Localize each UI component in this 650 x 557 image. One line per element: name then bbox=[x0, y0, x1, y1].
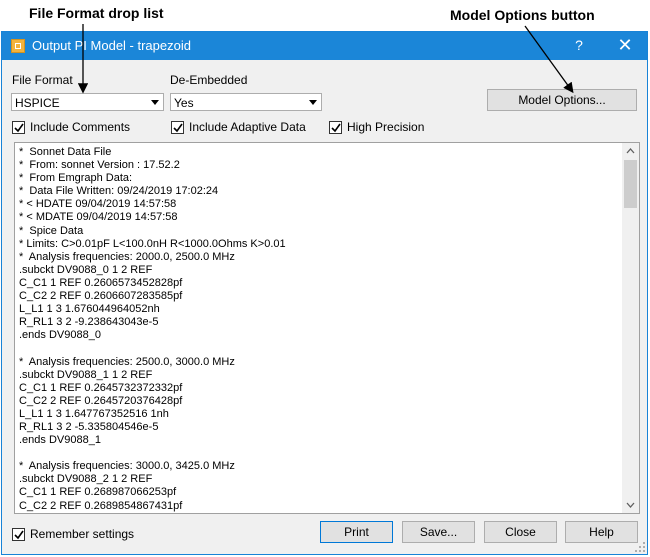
resize-grip-icon[interactable] bbox=[634, 541, 646, 553]
chevron-down-icon bbox=[151, 100, 159, 105]
save-button[interactable]: Save... bbox=[402, 521, 475, 543]
high-precision-label: High Precision bbox=[347, 120, 425, 134]
callout-file-format: File Format drop list bbox=[29, 5, 164, 21]
include-comments-checkbox[interactable]: Include Comments bbox=[12, 120, 130, 134]
checkbox-box bbox=[12, 527, 25, 541]
remember-settings-checkbox[interactable]: Remember settings bbox=[12, 527, 134, 541]
file-format-value: HSPICE bbox=[15, 96, 60, 110]
file-format-select[interactable]: HSPICE bbox=[11, 93, 164, 111]
include-adaptive-checkbox[interactable]: Include Adaptive Data bbox=[171, 120, 306, 134]
checkbox-box bbox=[12, 120, 25, 134]
close-button[interactable]: Close bbox=[484, 521, 557, 543]
vertical-scrollbar[interactable] bbox=[622, 143, 639, 513]
help-button[interactable]: Help bbox=[565, 521, 638, 543]
scroll-down-icon[interactable] bbox=[622, 496, 639, 513]
title-close-button[interactable]: ✕ bbox=[610, 35, 640, 56]
checkbox-box bbox=[329, 120, 342, 134]
scroll-up-icon[interactable] bbox=[622, 143, 639, 160]
output-text: * Sonnet Data File * From: sonnet Versio… bbox=[19, 146, 286, 512]
de-embedded-value: Yes bbox=[174, 96, 194, 110]
remember-settings-label: Remember settings bbox=[30, 527, 135, 541]
title-help-button[interactable]: ? bbox=[564, 37, 594, 53]
app-icon bbox=[11, 39, 25, 53]
window-title: Output PI Model - trapezoid bbox=[32, 38, 191, 53]
file-format-label: File Format bbox=[12, 73, 73, 87]
high-precision-checkbox[interactable]: High Precision bbox=[329, 120, 424, 134]
model-options-button[interactable]: Model Options... bbox=[487, 89, 637, 111]
checkbox-box bbox=[171, 120, 184, 134]
scrollbar-thumb[interactable] bbox=[624, 160, 637, 208]
de-embedded-label: De-Embedded bbox=[170, 73, 248, 87]
callout-model-options: Model Options button bbox=[450, 7, 595, 23]
output-text-area[interactable]: * Sonnet Data File * From: sonnet Versio… bbox=[14, 142, 640, 514]
print-button[interactable]: Print bbox=[320, 521, 393, 543]
output-pi-model-dialog: Output PI Model - trapezoid ? ✕ File For… bbox=[1, 31, 648, 555]
title-bar: Output PI Model - trapezoid ? ✕ bbox=[2, 32, 647, 60]
chevron-down-icon bbox=[309, 100, 317, 105]
include-comments-label: Include Comments bbox=[30, 120, 131, 134]
include-adaptive-label: Include Adaptive Data bbox=[189, 120, 306, 134]
de-embedded-select[interactable]: Yes bbox=[170, 93, 322, 111]
